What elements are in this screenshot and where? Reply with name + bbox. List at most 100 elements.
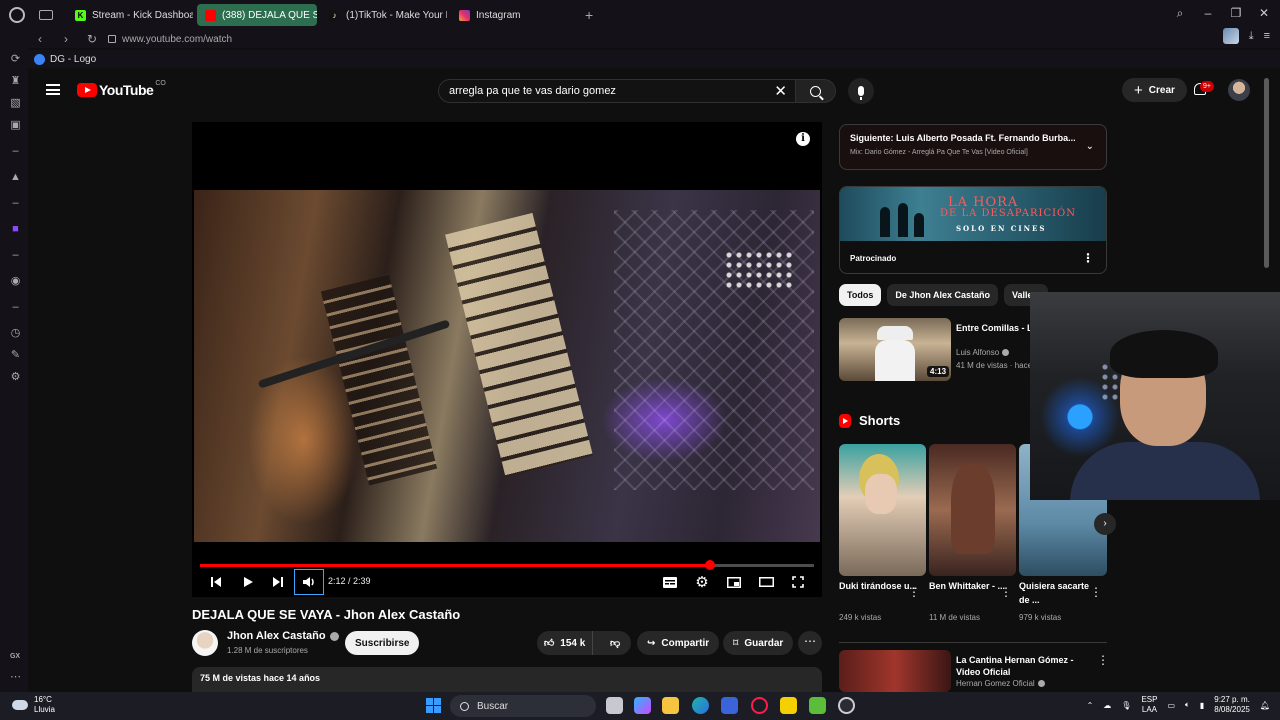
language-indicator[interactable]: ESP LAA xyxy=(1141,695,1157,715)
more-vert-icon[interactable]: ⋮ xyxy=(1082,252,1094,264)
reload-icon[interactable]: ↻ xyxy=(86,32,98,46)
share-button[interactable]: ↪ Compartir xyxy=(637,631,720,655)
miniplayer-icon[interactable] xyxy=(726,572,742,592)
short-thumbnail[interactable] xyxy=(839,444,926,576)
search-tabs-icon[interactable]: ⌕ xyxy=(1174,7,1186,19)
scrollbar-thumb[interactable] xyxy=(1264,78,1269,268)
extensions-icon[interactable]: ✎ xyxy=(10,350,21,361)
profile-avatar[interactable] xyxy=(1222,28,1239,44)
windows-start-icon[interactable] xyxy=(426,698,441,713)
tab-tiktok[interactable]: ♪ (1)TikTok - Make Your Da xyxy=(321,4,447,26)
more-actions-icon[interactable]: ⋯ xyxy=(798,631,822,655)
chevron-down-icon[interactable]: ⌄ xyxy=(1086,141,1094,152)
short-thumbnail[interactable] xyxy=(929,444,1016,576)
chevron-right-icon[interactable]: › xyxy=(1094,513,1116,535)
notifications-icon[interactable]: 🔔︎ xyxy=(1260,701,1270,710)
video-player[interactable]: i 2:12 / 2:39 ⚙ xyxy=(192,122,822,597)
chip-from-channel[interactable]: De Jhon Alex Castaño xyxy=(887,284,999,306)
speaker-icon[interactable]: 🔈︎ xyxy=(1185,700,1190,710)
gx-corner-icon[interactable]: ▧ xyxy=(10,98,21,109)
minimize-icon[interactable]: – xyxy=(1202,7,1214,19)
recommendation-item[interactable]: La Cantina Hernan Gómez - Video Oficial … xyxy=(839,650,1109,692)
next-icon[interactable] xyxy=(270,572,286,592)
fullscreen-icon[interactable] xyxy=(790,572,806,592)
more-vert-icon[interactable]: ⋮ xyxy=(908,586,920,598)
short-caption[interactable]: Ben Whittaker - ... xyxy=(929,579,1009,593)
description-box[interactable]: 75 M de vistas hace 14 años xyxy=(192,667,822,692)
ad-banner-image[interactable]: LA HORA DE LA DESAPARICIÓN SOLO EN CINES xyxy=(840,187,1106,241)
account-avatar[interactable] xyxy=(1228,79,1250,101)
settings-gear-icon[interactable]: ⚙ xyxy=(694,572,710,592)
tab-islands-icon[interactable] xyxy=(39,10,53,20)
app-icon[interactable] xyxy=(838,697,855,714)
subscribe-button[interactable]: Suscribirse xyxy=(345,631,420,655)
network-icon[interactable]: ☁ xyxy=(1103,701,1111,710)
android-app-icon[interactable] xyxy=(809,697,826,714)
theater-mode-icon[interactable] xyxy=(758,572,774,592)
bookmark-item[interactable]: DG - Logo xyxy=(50,54,96,65)
video-frame[interactable] xyxy=(194,190,820,542)
save-button[interactable]: ⌑ Guardar xyxy=(723,631,794,655)
info-icon[interactable]: i xyxy=(796,132,810,146)
history-icon[interactable]: ◷ xyxy=(10,328,21,339)
like-button[interactable]: 👍︎ 154 k xyxy=(537,631,594,655)
edge-icon[interactable] xyxy=(692,697,709,714)
voice-search-button[interactable] xyxy=(848,78,874,104)
short-caption[interactable]: Quisiera sacarte de ... xyxy=(1019,579,1099,607)
short-caption[interactable]: Duki tirándose u... xyxy=(839,579,919,593)
speed-dial-icon[interactable]: ⟳ xyxy=(10,54,21,65)
easy-setup-icon[interactable]: ≡ xyxy=(1264,30,1270,42)
tab-youtube[interactable]: (388) DEJALA QUE SE V xyxy=(197,4,317,26)
dislike-button[interactable]: 👎︎ xyxy=(599,631,631,655)
search-button[interactable] xyxy=(796,79,836,103)
taskbar-search[interactable]: Buscar xyxy=(450,695,596,717)
messenger-icon[interactable]: ▣ xyxy=(10,120,21,131)
video-thumbnail[interactable] xyxy=(839,650,951,692)
close-icon[interactable]: ✕ xyxy=(1258,7,1270,19)
restore-icon[interactable]: ❐ xyxy=(1230,7,1242,19)
channel-avatar[interactable] xyxy=(192,630,218,656)
clear-search-icon[interactable]: ✕ xyxy=(774,84,787,99)
more-icon[interactable]: ⋯ xyxy=(10,672,21,683)
create-button[interactable]: + Crear xyxy=(1122,78,1187,102)
new-tab-icon[interactable]: + xyxy=(585,7,593,23)
download-icon[interactable]: ⤓ xyxy=(1249,30,1254,43)
up-next-card[interactable]: Siguiente: Luis Alberto Posada Ft. Ferna… xyxy=(839,124,1107,170)
player-icon[interactable]: ▲ xyxy=(10,172,21,183)
volume-icon[interactable] xyxy=(294,569,324,595)
url-field[interactable]: www.youtube.com/watch xyxy=(108,34,232,45)
play-circle-icon[interactable]: ◉ xyxy=(10,276,21,287)
more-vert-icon[interactable]: ⋮ xyxy=(1000,586,1012,598)
channel-name[interactable]: Jhon Alex Castaño xyxy=(227,630,339,642)
battery-icon[interactable]: ▮ xyxy=(1200,701,1204,710)
microphone-icon[interactable]: 🎙︎ xyxy=(1121,701,1131,710)
chip-all[interactable]: Todos xyxy=(839,284,882,306)
search-input[interactable]: arregla pa que te vas dario gomez ✕ xyxy=(438,79,796,103)
store-icon[interactable] xyxy=(721,697,738,714)
more-vert-icon[interactable]: ⋮ xyxy=(1090,586,1102,598)
file-explorer-icon[interactable] xyxy=(662,697,679,714)
opera-gx-taskbar-icon[interactable] xyxy=(751,697,768,714)
chevron-up-icon[interactable]: ⌃ xyxy=(1087,701,1094,710)
task-view-icon[interactable] xyxy=(606,697,623,714)
forward-icon[interactable]: › xyxy=(60,32,72,46)
display-icon[interactable]: ▭ xyxy=(1167,701,1175,710)
copilot-icon[interactable] xyxy=(634,697,651,714)
weather-widget[interactable]: 16°C Lluvia xyxy=(12,695,55,715)
twitch-icon[interactable]: ■ xyxy=(10,224,21,235)
clock[interactable]: 9:27 p. m. 8/08/2025 xyxy=(1214,695,1250,715)
tab-instagram[interactable]: Instagram xyxy=(451,4,575,26)
back-icon[interactable]: ‹ xyxy=(34,32,46,46)
tab-kick[interactable]: K Stream - Kick Dashboard xyxy=(67,4,193,26)
sponsored-card[interactable]: LA HORA DE LA DESAPARICIÓN SOLO EN CINES… xyxy=(839,186,1107,274)
gx-control-icon[interactable]: ♜ xyxy=(10,76,21,87)
play-icon[interactable] xyxy=(240,572,256,592)
progress-bar[interactable] xyxy=(200,560,814,570)
previous-icon[interactable] xyxy=(208,572,224,592)
youtube-logo[interactable]: YouTube CO xyxy=(77,80,166,98)
scrubber-handle[interactable] xyxy=(704,560,715,570)
opera-gx-logo-icon[interactable] xyxy=(9,7,25,23)
subtitles-icon[interactable] xyxy=(662,572,678,592)
menu-icon[interactable] xyxy=(46,84,60,95)
more-vert-icon[interactable]: ⋮ xyxy=(1097,654,1109,666)
